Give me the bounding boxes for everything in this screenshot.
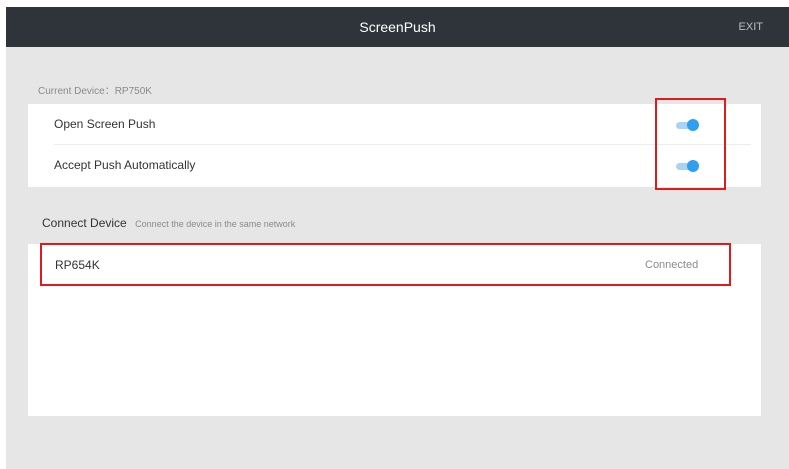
current-device-label: Current Device：RP750K [38, 86, 152, 97]
setting-label: Open Screen Push [54, 117, 156, 131]
highlight-box-device [40, 243, 731, 286]
connect-device-header: Connect Device Connect the device in the… [42, 214, 295, 232]
cropped-caption [0, 0, 789, 7]
app-window: ScreenPush EXIT Current Device：RP750K Op… [6, 7, 789, 469]
settings-card: Open Screen Push Accept Push Automatical… [28, 104, 761, 187]
app-title: ScreenPush [359, 19, 436, 35]
setting-row-accept-push-automatically: Accept Push Automatically [28, 145, 761, 186]
setting-row-open-screen-push: Open Screen Push [28, 104, 761, 145]
connect-device-subtitle: Connect the device in the same network [135, 219, 296, 229]
setting-label: Accept Push Automatically [54, 158, 196, 172]
title-bar: ScreenPush EXIT [6, 7, 789, 47]
connect-device-title: Connect Device [42, 216, 127, 230]
highlight-box-toggles [655, 98, 726, 190]
exit-button[interactable]: EXIT [739, 7, 763, 47]
